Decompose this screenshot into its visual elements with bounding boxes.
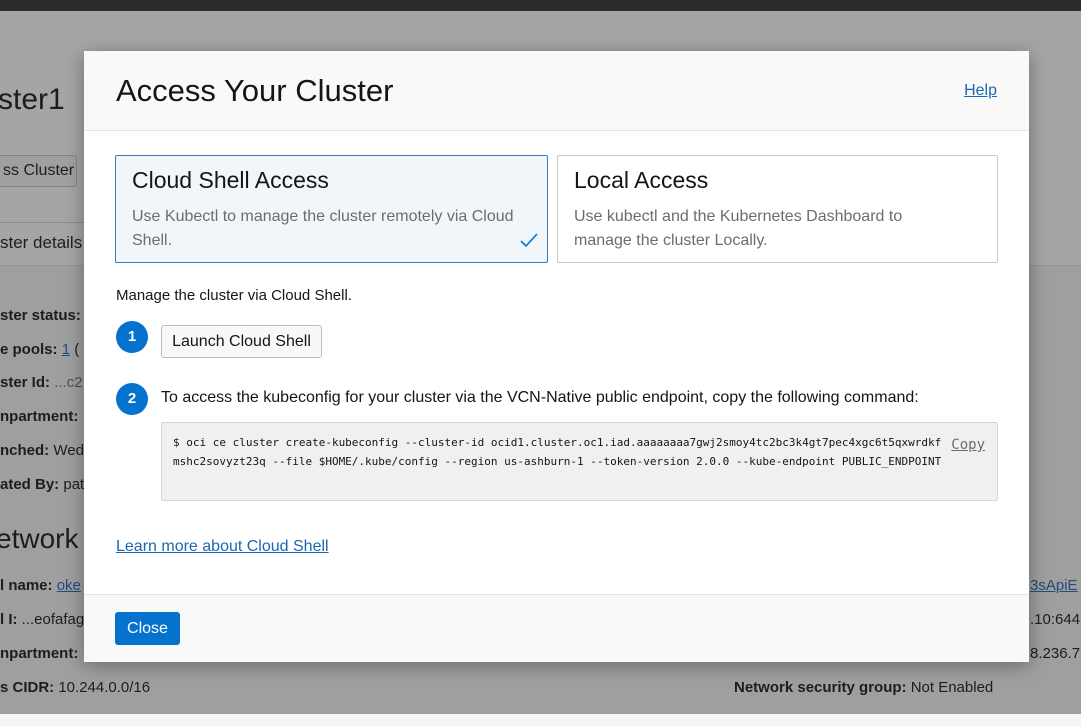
learn-more-cloud-shell-link[interactable]: Learn more about Cloud Shell	[116, 538, 329, 556]
close-button[interactable]: Close	[115, 612, 180, 645]
step-number-badge: 1	[116, 321, 148, 353]
dialog-title: Access Your Cluster	[116, 73, 394, 108]
dialog-footer: Close	[84, 594, 1029, 662]
step-number-badge: 2	[116, 383, 148, 415]
option-title: Cloud Shell Access	[132, 167, 329, 193]
step-2-instructions: To access the kubeconfig for your cluste…	[161, 389, 919, 406]
launch-cloud-shell-button[interactable]: Launch Cloud Shell	[161, 325, 322, 358]
check-icon	[520, 233, 538, 248]
access-cluster-dialog: Access Your Cluster Help Cloud Shell Acc…	[84, 51, 1029, 662]
option-description: Use kubectl and the Kubernetes Dashboard…	[574, 208, 903, 249]
option-cloud-shell-access[interactable]: Cloud Shell Access Use Kubectl to manage…	[115, 155, 548, 263]
instructions-text: Manage the cluster via Cloud Shell.	[116, 287, 352, 304]
help-link[interactable]: Help	[964, 82, 997, 100]
option-title: Local Access	[574, 167, 709, 193]
dialog-header: Access Your Cluster Help	[84, 51, 1029, 131]
kubeconfig-command[interactable]: $ oci ce cluster create-kubeconfig --clu…	[173, 433, 943, 471]
copy-command-link[interactable]: Copy	[951, 437, 985, 453]
option-description: Use Kubectl to manage the cluster remote…	[132, 208, 514, 249]
option-local-access[interactable]: Local Access Use kubectl and the Kuberne…	[557, 155, 998, 263]
command-box: $ oci ce cluster create-kubeconfig --clu…	[161, 422, 998, 501]
